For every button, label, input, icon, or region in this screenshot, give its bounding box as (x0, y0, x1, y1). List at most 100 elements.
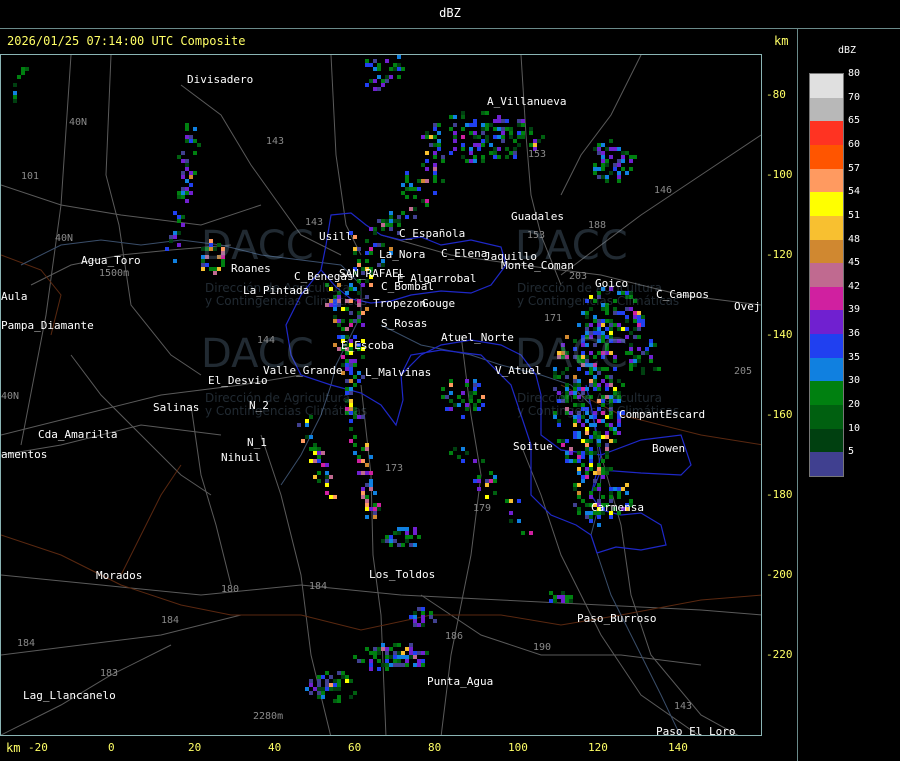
echo-cell (345, 679, 349, 683)
echo-cell (597, 143, 601, 147)
echo-cell (373, 231, 377, 235)
echo-cell (365, 515, 369, 519)
place-label: C_Campos (656, 288, 709, 301)
dbz-legend (809, 73, 844, 477)
echo-cell (501, 139, 505, 143)
echo-cell (517, 119, 521, 123)
echo-cell (185, 167, 189, 171)
echo-cell (481, 139, 485, 143)
echo-cell (185, 127, 189, 131)
echo-cell (329, 475, 333, 479)
place-label: Gouge (422, 297, 456, 310)
echo-cell (333, 687, 337, 691)
echo-cell (601, 163, 605, 167)
echo-cell (561, 591, 565, 595)
echo-cell (373, 243, 377, 247)
echo-cell (633, 359, 637, 363)
echo-cell (349, 371, 353, 375)
echo-cell (613, 439, 617, 443)
place-label: Atuel_Norte (441, 331, 514, 344)
route-number: 143 (674, 701, 693, 712)
echo-cell (365, 463, 369, 467)
echo-cell (437, 147, 441, 151)
echo-cell (365, 239, 369, 243)
echo-cell (565, 599, 569, 603)
echo-cell (601, 159, 605, 163)
echo-cell (385, 223, 389, 227)
echo-cell (617, 171, 621, 175)
echo-cell (617, 379, 621, 383)
echo-cell (413, 623, 417, 627)
echo-cell (417, 179, 421, 183)
echo-cell (369, 663, 373, 667)
echo-cell (297, 423, 301, 427)
echo-cell (537, 139, 541, 143)
echo-cell (585, 471, 589, 475)
echo-cell (613, 147, 617, 151)
echo-cell (641, 315, 645, 319)
route-number: 40N (55, 233, 74, 244)
echo-cell (597, 483, 601, 487)
echo-cell (617, 495, 621, 499)
echo-cell (477, 407, 481, 411)
y-tick-label: -160 (766, 408, 793, 421)
echo-cell (373, 79, 377, 83)
place-label: C_Bombal (381, 280, 434, 293)
echo-cell (561, 599, 565, 603)
echo-cell (389, 215, 393, 219)
echo-cell (389, 219, 393, 223)
echo-cell (637, 327, 641, 331)
place-label: Cda_Amarilla (38, 428, 118, 441)
echo-cell (573, 483, 577, 487)
legend-swatch-45 (810, 263, 843, 288)
echo-cell (565, 595, 569, 599)
legend-swatch-10 (810, 428, 843, 453)
echo-cell (309, 447, 313, 451)
echo-cell (557, 439, 561, 443)
echo-cell (365, 59, 369, 63)
legend-label-80: 80 (848, 68, 861, 79)
echo-cell (469, 391, 473, 395)
route-number: 180 (221, 584, 240, 595)
echo-cell (465, 123, 469, 127)
echo-cell (177, 191, 181, 195)
echo-cell (393, 643, 397, 647)
echo-cell (365, 83, 369, 87)
echo-cell (473, 383, 477, 387)
echo-cell (13, 91, 17, 95)
place-label: Tropezon (373, 297, 426, 310)
echo-cell (549, 591, 553, 595)
echo-cell (597, 319, 601, 323)
echo-cell (401, 663, 405, 667)
echo-cell (481, 155, 485, 159)
echo-cell (621, 167, 625, 171)
legend-label-36: 36 (848, 328, 861, 340)
echo-cell (497, 127, 501, 131)
echo-cell (605, 431, 609, 435)
echo-cell (413, 619, 417, 623)
echo-cell (501, 119, 505, 123)
echo-cell (633, 335, 637, 339)
echo-cell (485, 139, 489, 143)
echo-cell (357, 247, 361, 251)
echo-cell (341, 675, 345, 679)
echo-cell (421, 179, 425, 183)
radar-map[interactable]: DACC DACC DACC DACC Dirección de Agricultura… (0, 54, 762, 736)
echo-cell (385, 647, 389, 651)
echo-cell (13, 83, 17, 87)
echo-cell (325, 463, 329, 467)
legend-label-5: 5 (848, 446, 855, 458)
echo-cell (625, 483, 629, 487)
echo-cell (349, 323, 353, 327)
echo-cell (397, 659, 401, 663)
echo-cell (581, 451, 585, 455)
route-number: 203 (569, 271, 588, 282)
echo-cell (565, 439, 569, 443)
place-label: C_Elena (441, 247, 488, 260)
echo-cell (577, 431, 581, 435)
echo-cell (629, 167, 633, 171)
echo-cell (625, 319, 629, 323)
echo-cell (305, 423, 309, 427)
echo-cell (369, 659, 373, 663)
x-tick-label: 60 (348, 741, 362, 754)
